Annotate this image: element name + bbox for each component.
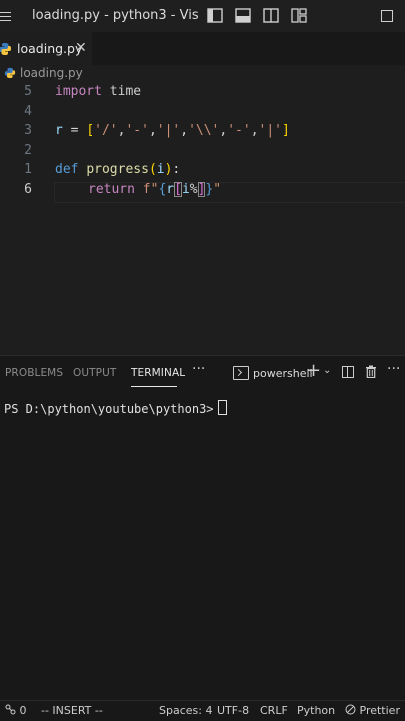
bottom-panel: PROBLEMS OUTPUT TERMINAL ··· powershell … — [0, 355, 405, 701]
variable: r — [166, 182, 175, 197]
ports-count: 0 — [19, 704, 27, 717]
string: '/' — [94, 123, 118, 138]
ellipsis-icon[interactable]: ··· — [387, 361, 400, 377]
active-tab-indicator — [131, 386, 177, 387]
layout-grid-icon[interactable] — [291, 8, 307, 23]
panel-tabs: PROBLEMS OUTPUT TERMINAL ··· powershell … — [0, 356, 405, 390]
close-icon[interactable]: ✕ — [75, 40, 87, 56]
prettier-status[interactable]: Prettier — [345, 704, 400, 717]
tab-output[interactable]: OUTPUT — [73, 367, 116, 379]
terminal-output[interactable]: PS D:\python\youtube\python3> — [4, 400, 227, 416]
layout-panel-icon[interactable] — [235, 8, 251, 23]
keyword: def — [55, 162, 79, 177]
chevron-down-icon[interactable]: ⌄ — [323, 365, 331, 376]
maximize-icon[interactable] — [381, 10, 393, 22]
layout-controls — [207, 8, 307, 23]
string: '\\' — [188, 123, 220, 138]
paren: ( — [148, 162, 157, 177]
breadcrumb-file[interactable]: loading.py — [20, 66, 83, 80]
plus-icon[interactable]: + — [306, 360, 321, 381]
shell-name: powershell — [253, 366, 313, 380]
tab-terminal[interactable]: TERMINAL — [131, 367, 185, 379]
status-bar: 0 -- INSERT -- Spaces: 4 UTF-8 CRLF Pyth… — [0, 700, 405, 721]
ports-icon — [5, 704, 16, 715]
line-number: 4 — [24, 104, 32, 119]
module-name: time — [109, 84, 142, 99]
string: " — [213, 182, 222, 197]
line-number: 1 — [24, 162, 32, 177]
variable: i — [181, 182, 190, 197]
prettier-label: Prettier — [359, 704, 400, 717]
line-number: 6 — [24, 182, 32, 197]
python-icon — [4, 67, 16, 79]
code-line: 4 — [0, 104, 405, 124]
bracket-match: [ — [174, 182, 182, 197]
keyword: return — [88, 182, 135, 197]
operator: % — [189, 182, 198, 197]
terminal-icon — [233, 366, 249, 380]
variable: r — [55, 123, 63, 138]
operator: = — [70, 123, 79, 138]
code-line: 5 import time — [0, 84, 405, 104]
string: '-' — [227, 123, 251, 138]
trash-icon[interactable] — [365, 365, 377, 378]
code-line: 1 def progress(i): — [0, 162, 405, 182]
prettier-icon — [345, 704, 356, 715]
line-ending[interactable]: CRLF — [260, 704, 288, 717]
fstring-prefix: f" — [142, 182, 159, 197]
title-bar: loading.py - python3 - Vis — [0, 0, 405, 32]
string: '-' — [125, 123, 149, 138]
code-line: 2 — [0, 143, 405, 163]
layout-sidebar-icon[interactable] — [207, 8, 223, 23]
terminal-prompt: PS D:\python\youtube\python3> — [4, 402, 214, 416]
tab-problems[interactable]: PROBLEMS — [5, 367, 63, 379]
encoding[interactable]: UTF-8 — [217, 704, 249, 717]
comma: , — [250, 123, 259, 138]
indentation[interactable]: Spaces: 4 — [159, 704, 212, 717]
code-line: 3 r = ['/','-','|','\\','-','|'] — [0, 123, 405, 143]
python-icon — [0, 42, 11, 55]
line-number: 3 — [24, 123, 32, 138]
vim-mode: -- INSERT -- — [41, 704, 103, 717]
menu-icon[interactable] — [0, 0, 22, 32]
comma: , — [148, 123, 157, 138]
layout-split-icon[interactable] — [263, 8, 279, 23]
parameter: i — [156, 162, 165, 177]
tab-loading-py[interactable]: loading.py ✕ — [0, 32, 92, 65]
keyword: import — [55, 84, 102, 99]
split-terminal-icon[interactable] — [342, 366, 354, 378]
bracket: [ — [86, 123, 95, 138]
breadcrumb: loading.py — [0, 65, 405, 83]
colon: : — [172, 162, 181, 177]
terminal-cursor — [217, 400, 227, 415]
string: '|' — [156, 123, 181, 138]
comma: , — [180, 123, 189, 138]
ellipsis-icon[interactable]: ··· — [192, 361, 205, 377]
terminal-selector[interactable]: powershell — [233, 366, 313, 380]
code-editor[interactable]: 5 import time 4 3 r = ['/','-','|','\\',… — [0, 83, 405, 355]
bracket: ] — [282, 123, 290, 138]
language-mode[interactable]: Python — [297, 704, 335, 717]
string: '|' — [258, 123, 283, 138]
function-name: progress — [86, 162, 149, 177]
tab-bar: loading.py ✕ — [0, 32, 405, 65]
ports-indicator[interactable]: 0 — [5, 704, 27, 717]
code-line-active: 6 return f"{r[i%]}" — [0, 182, 405, 202]
tab-label: loading.py — [17, 41, 83, 56]
window-title: loading.py - python3 - Vis — [32, 8, 199, 23]
line-number: 2 — [24, 143, 32, 158]
line-number: 5 — [24, 84, 32, 99]
